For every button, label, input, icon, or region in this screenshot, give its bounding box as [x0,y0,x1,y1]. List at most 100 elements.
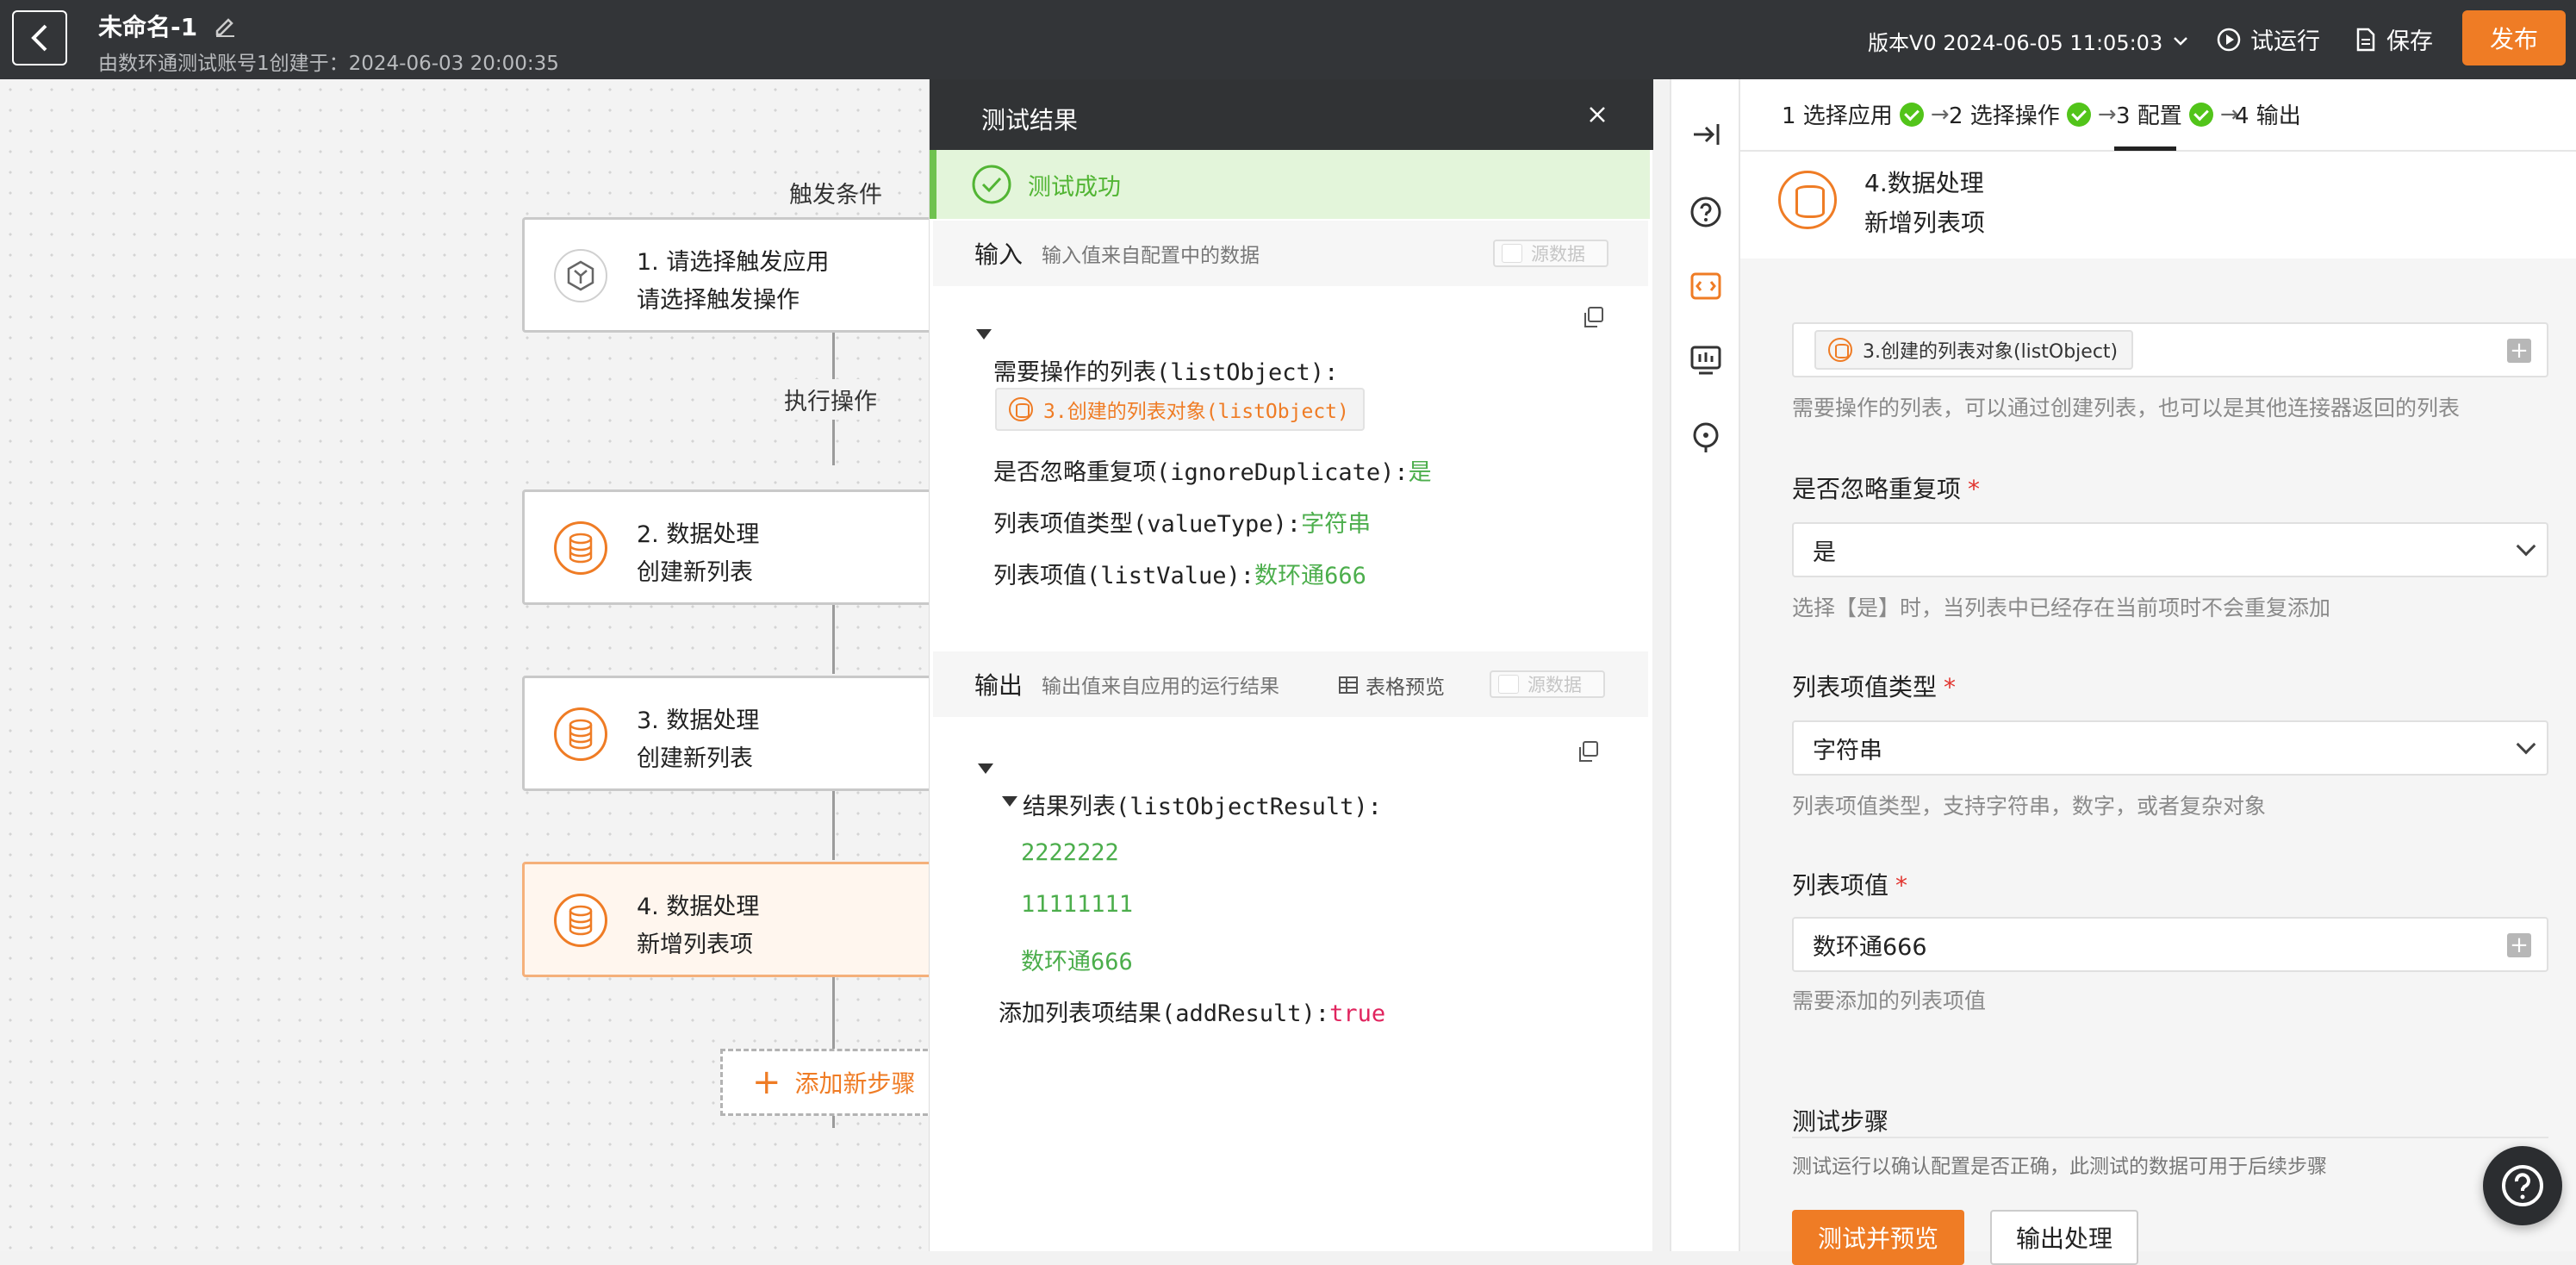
ignore-duplicate-label: 是否忽略重复项 * [1792,470,1980,505]
close-icon[interactable] [1584,102,1610,128]
check-icon [2188,102,2213,127]
step-2[interactable]: 2 选择操作 → [1949,98,2117,130]
creator-info: 由数环通测试账号1创建于：2024-06-03 20:00:35 [98,53,559,75]
check-icon [2066,102,2091,127]
save-label: 保存 [2386,28,2433,55]
plus-icon[interactable]: + [2507,339,2531,363]
config-title: 4.数据处理 [1864,169,1984,197]
step-label: 3 配置 [2116,103,2182,129]
run-button[interactable]: 试运行 [2216,22,2320,56]
input-value: 数环通666 [1813,933,1927,961]
node-title: 1. 请选择触发应用 [637,249,830,276]
required-mark: * [1944,673,1957,701]
version-select[interactable]: 版本V0 2024-06-05 11:05:03 [1868,26,2188,56]
active-step-indicator [2114,146,2176,151]
config-subtitle: 新增列表项 [1864,209,1986,237]
help-button[interactable] [2483,1146,2562,1225]
test-panel-title: 测试结果 [981,106,1079,134]
label-text: 是否忽略重复项 [1792,475,1962,503]
copy-icon[interactable] [1581,305,1605,329]
publish-button[interactable]: 发布 [2462,10,2566,65]
value-type-hint: 列表项值类型，支持字符串，数字，或者复杂对象 [1792,794,2267,819]
output-title: 输出 [974,671,1024,700]
test-panel-header: 测试结果 [930,79,1653,150]
collapse-triangle-icon[interactable] [978,763,993,774]
list-object-field[interactable]: 3.创建的列表对象(listObject) + [1792,322,2548,377]
table-preview-button[interactable]: 表格预览 [1338,670,1445,700]
action-label: 执行操作 [784,379,877,420]
flow-node-trigger[interactable]: 1. 请选择触发应用 请选择触发操作 [522,217,953,333]
kv-key: 添加列表项结果(addResult): [999,1000,1330,1027]
code-icon[interactable] [1689,269,1723,303]
add-step-label: 添加新步骤 [794,1069,916,1098]
list-value-label: 列表项值 * [1792,867,1907,901]
output-process-button[interactable]: 输出处理 [1990,1210,2138,1265]
step-label: 1 选择应用 [1782,103,1893,129]
input-value-row: 列表项值(listValue):数环通666 [993,557,1366,590]
divider [1792,1137,2548,1138]
input-list-chip: 3.创建的列表对象(listObject) [995,388,1365,431]
help-circle-icon[interactable] [1689,195,1723,229]
collapse-triangle-icon[interactable] [1002,796,1017,807]
select-value: 字符串 [1813,737,1882,764]
kv-key: 是否忽略重复项(ignoreDuplicate): [993,459,1409,486]
flow-canvas[interactable]: 触发条件 执行操作 1. 请选择触发应用 请选择触发操作 2. 数据处理 创建新… [0,79,953,1251]
collapse-right-icon[interactable] [1689,117,1723,152]
help-icon [2502,1165,2543,1206]
chevron-down-icon [2516,734,2536,755]
node-subtitle: 新增列表项 [637,932,753,958]
plus-icon[interactable]: + [2507,933,2531,957]
icon-rail [1670,79,1740,1251]
node-subtitle: 创建新列表 [637,559,753,586]
step-3[interactable]: 3 配置 → [2116,98,2239,130]
flow-node-4[interactable]: 4. 数据处理 新增列表项 [522,862,953,977]
collapse-triangle-icon[interactable] [976,329,992,340]
flow-node-3[interactable]: 3. 数据处理 创建新列表 [522,676,953,791]
list-value-input[interactable]: 数环通666 + [1792,917,2548,972]
test-preview-button[interactable]: 测试并预览 [1792,1210,1964,1265]
list-object-chip: 3.创建的列表对象(listObject) [1814,330,2134,370]
database-icon [554,707,607,761]
select-value: 是 [1813,539,1836,566]
node-subtitle: 请选择触发操作 [637,287,800,314]
step-1[interactable]: 1 选择应用 → [1782,98,1950,130]
edit-icon[interactable] [212,12,238,38]
add-step-button[interactable]: + 添加新步骤 [720,1049,936,1116]
input-type-row: 列表项值类型(valueType):字符串 [993,505,1371,539]
page-title: 未命名-1 [98,13,198,41]
monitor-chart-icon[interactable] [1689,343,1723,377]
toggle-label: 源数据 [1531,244,1585,265]
required-mark: * [1895,871,1908,900]
output-raw-toggle[interactable]: 源数据 [1490,670,1605,698]
input-list-key: 需要操作的列表(listObject): [993,359,1339,386]
input-raw-toggle[interactable]: 源数据 [1493,240,1608,267]
input-section-header: 输入 输入值来自配置中的数据 源数据 [933,221,1648,286]
kv-key: 列表项值类型(valueType): [993,511,1302,538]
play-circle-icon [2217,28,2241,51]
database-icon [554,894,607,947]
toggle-label: 源数据 [1528,675,1582,695]
database-icon [1778,171,1837,229]
copy-icon[interactable] [1576,739,1600,763]
back-button[interactable] [12,10,67,65]
chevron-down-icon [2174,36,2188,46]
success-banner: 测试成功 [930,150,1650,219]
ignore-duplicate-hint: 选择【是】时，当列表中已经存在当前项时不会重复添加 [1792,595,2331,620]
flow-node-2[interactable]: 2. 数据处理 创建新列表 [522,489,953,605]
ignore-duplicate-select[interactable]: 是 [1792,522,2548,577]
input-ignore-row: 是否忽略重复项(ignoreDuplicate):是 [993,453,1432,487]
value-type-select[interactable]: 字符串 [1792,720,2548,776]
bulb-pin-icon[interactable] [1689,421,1723,455]
step-progress: 1 选择应用 → 2 选择操作 → 3 配置 → 4 输出 [1740,79,2576,152]
node-title: 3. 数据处理 [637,707,760,734]
test-step-hint: 测试运行以确认配置是否正确，此测试的数据可用于后续步骤 [1792,1156,2327,1178]
node-title: 4. 数据处理 [637,894,760,920]
check-circle-icon [972,165,1011,204]
kv-value: 字符串 [1301,511,1372,538]
save-button[interactable]: 保存 [2354,22,2433,56]
input-title: 输入 [974,240,1024,269]
label-text: 列表项值类型 [1792,673,1938,701]
connector-line [832,791,835,860]
test-step-title: 测试步骤 [1792,1107,1889,1136]
step-4[interactable]: 4 输出 [2235,98,2301,130]
